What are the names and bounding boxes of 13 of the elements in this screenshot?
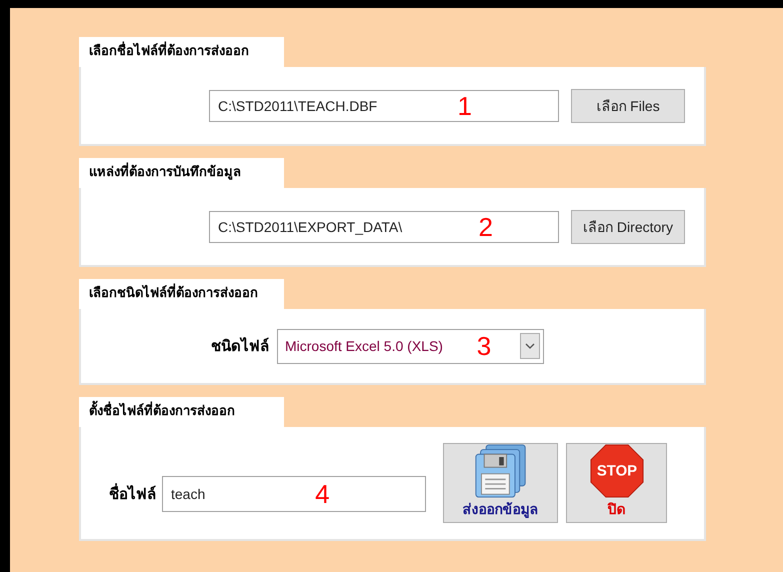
field-label: ชนิดไฟล์ [211,336,269,357]
browse-button[interactable]: เลือก Directory [571,210,685,244]
annotation-number: 2 [478,214,493,240]
floppy-disk-icon [472,444,528,498]
annotation-number: 1 [458,92,472,118]
annotation-number: 4 [315,481,330,507]
browse-button[interactable]: เลือก Files [571,88,685,122]
close-button[interactable]: STOP ปิด [566,443,667,523]
field-label: ชื่อไฟล์ [109,482,156,505]
file-type-dropdown[interactable]: Microsoft Excel 5.0 (XLS) 3 [277,328,544,364]
export-button[interactable]: ส่งออกข้อมูล [443,443,558,523]
stop-sign-icon: STOP [588,444,644,498]
annotation-number: 3 [476,333,492,359]
